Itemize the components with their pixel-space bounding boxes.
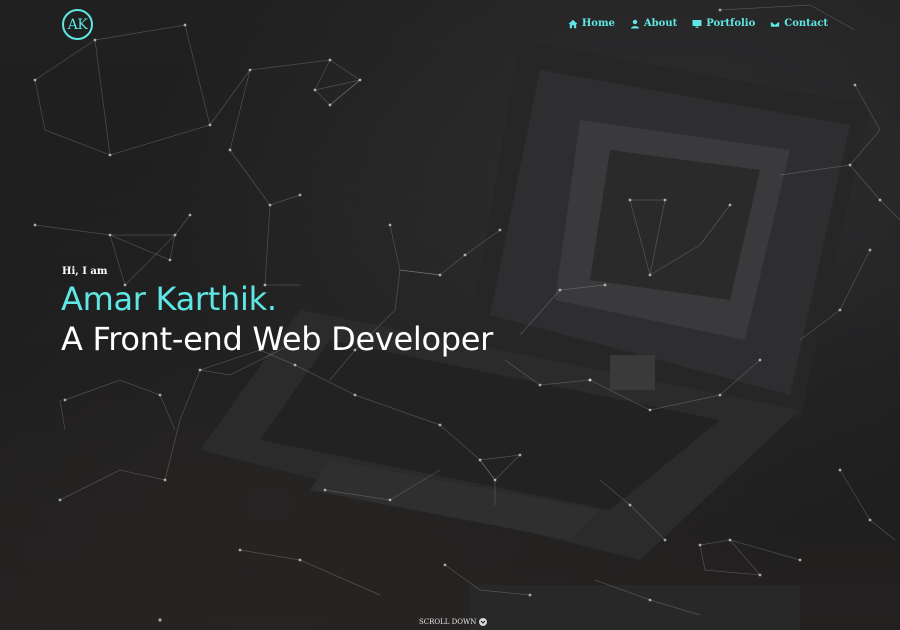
nav-item-contact[interactable]: Contact (770, 18, 828, 29)
main-navigation: Home About Portfolio Contact (568, 18, 828, 29)
nav-label-home: Home (581, 18, 615, 29)
scroll-down-label: SCROLL DOWN (419, 618, 477, 626)
envelope-icon (770, 20, 781, 27)
home-icon (568, 19, 578, 28)
nav-label-about: About (643, 18, 678, 29)
hero-greeting: Hi, I am (62, 266, 108, 277)
user-icon (630, 19, 639, 28)
hero-role: A Front-end Web Developer (61, 320, 494, 358)
hero-name: Amar Karthik. (61, 280, 277, 318)
nav-label-portfolio: Portfolio (706, 18, 756, 29)
chevron-down-circle-icon (479, 618, 488, 626)
nav-label-contact: Contact (784, 18, 828, 29)
nav-item-home[interactable]: Home (568, 18, 615, 29)
nav-item-about[interactable]: About (630, 18, 677, 29)
brand-logo[interactable]: AK (62, 9, 93, 40)
nav-item-portfolio[interactable]: Portfolio (692, 18, 755, 29)
scroll-down-link[interactable]: SCROLL DOWN (419, 618, 488, 626)
logo-text: AK (67, 16, 88, 33)
monitor-icon (692, 19, 702, 28)
